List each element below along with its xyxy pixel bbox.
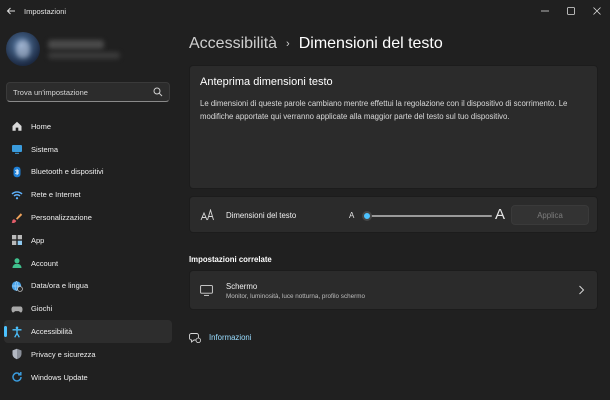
preview-text: Le dimensioni di queste parole cambiano … [200,99,568,121]
screen-settings-link[interactable]: Schermo Monitor, luminosità, luce nottur… [189,270,598,310]
breadcrumb-separator: › [286,38,290,50]
sidebar-item-label: Personalizzazione [31,213,92,223]
info-icon [189,333,201,343]
wifi-icon [11,189,23,201]
sidebar-item-label: Privacy e sicurezza [31,349,96,359]
page-title: Dimensioni del testo [298,35,443,52]
sidebar-item-privacy[interactable]: Privacy e sicurezza [4,343,172,366]
apply-button[interactable]: Applica [511,205,589,225]
breadcrumb-parent[interactable]: Accessibilità [189,35,277,53]
text-preview-card: Anteprima dimensioni testo Le dimensioni… [189,65,598,189]
window-title: Impostazioni [24,6,67,16]
sidebar-item-label: App [31,235,45,245]
sidebar-item-accessibilita[interactable]: Accessibilità [4,320,172,343]
sidebar-item-label: Windows Update [31,372,88,382]
slider-thumb[interactable] [362,211,372,221]
sidebar-item-label: Data/ora e lingua [31,281,89,291]
update-icon [11,371,23,383]
sidebar-item-label: Rete e Internet [31,190,81,200]
bluetooth-icon [11,166,23,178]
sidebar: Home Sistema Bluetooth e dispositivi Ret… [0,22,180,400]
slider-max-label: A [495,206,506,223]
sidebar-item-bluetooth[interactable]: Bluetooth e dispositivi [4,161,172,184]
accessibility-icon [11,326,23,338]
user-name-redacted [48,40,104,49]
back-arrow-icon[interactable] [0,0,22,22]
sidebar-nav: Home Sistema Bluetooth e dispositivi Ret… [4,115,172,389]
screen-title: Schermo [226,282,258,291]
slider-track[interactable] [366,215,492,217]
avatar [6,32,40,66]
shield-icon [11,348,23,360]
sidebar-item-windows-update[interactable]: Windows Update [4,366,172,389]
slider-min-label: A [349,211,355,220]
account-icon [11,257,23,269]
text-size-icon [200,209,214,221]
chevron-right-icon [579,285,585,295]
sidebar-item-label: Accessibilità [31,327,73,337]
title-bar: Impostazioni [0,0,610,22]
user-email-redacted [48,52,120,59]
sidebar-item-label: Sistema [31,144,59,154]
sidebar-item-sistema[interactable]: Sistema [4,138,172,161]
maximize-icon[interactable] [558,0,584,22]
info-link-text[interactable]: Informazioni [209,333,251,342]
sidebar-item-data-ora[interactable]: Data/ora e lingua [4,275,172,298]
sidebar-item-account[interactable]: Account [4,252,172,275]
brush-icon [11,212,23,224]
home-icon [11,120,23,132]
info-link[interactable]: Informazioni [189,331,251,343]
monitor-icon [200,285,213,296]
sidebar-item-label: Bluetooth e dispositivi [31,167,104,177]
search-icon[interactable] [153,87,163,97]
search-box[interactable] [6,82,170,102]
sidebar-item-label: Giochi [31,304,53,314]
text-size-slider[interactable] [362,210,492,222]
screen-subtitle: Monitor, luminosità, luce notturna, prof… [226,293,365,300]
sidebar-item-personalizzazione[interactable]: Personalizzazione [4,206,172,229]
sidebar-item-giochi[interactable]: Giochi [4,297,172,320]
sidebar-item-label: Account [31,258,59,268]
related-settings-title: Impostazioni correlate [189,255,272,264]
close-icon[interactable] [584,0,610,22]
sidebar-item-rete[interactable]: Rete e Internet [4,183,172,206]
preview-title: Anteprima dimensioni testo [200,76,333,88]
globe-clock-icon [11,280,23,292]
search-input[interactable] [13,87,153,97]
user-profile[interactable] [6,32,176,68]
sidebar-item-app[interactable]: App [4,229,172,252]
sidebar-item-label: Home [31,121,52,131]
minimize-icon[interactable] [532,0,558,22]
gamepad-icon [11,303,23,315]
sidebar-item-home[interactable]: Home [4,115,172,138]
text-size-label: Dimensioni del testo [226,211,297,220]
text-size-card: Dimensioni del testo A A Applica [189,196,598,233]
apps-icon [11,234,23,246]
breadcrumb: Accessibilità › Dimensioni del testo [189,33,443,55]
system-icon [11,143,23,155]
